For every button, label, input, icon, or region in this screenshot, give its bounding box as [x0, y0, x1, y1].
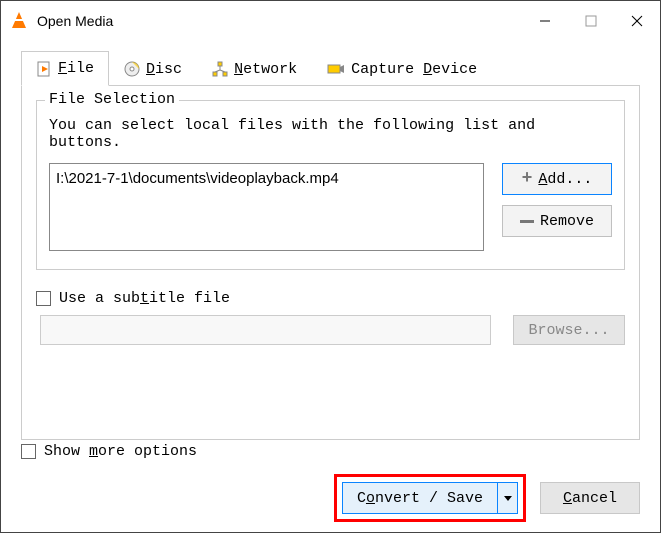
tab-capture-device[interactable]: Capture Device	[312, 51, 492, 86]
vlc-cone-icon	[9, 11, 29, 31]
subtitle-checkbox[interactable]	[36, 291, 51, 306]
more-options-label: Show more options	[44, 443, 197, 460]
remove-button[interactable]: Remove	[502, 205, 612, 237]
tab-row: File Disc Network Capture Device	[21, 51, 640, 86]
tab-network[interactable]: Network	[197, 51, 312, 86]
open-media-window: Open Media File Disc Network Capture Dev…	[0, 0, 661, 533]
remove-button-label: Remove	[540, 213, 594, 230]
convert-save-button[interactable]: Convert / Save	[342, 482, 498, 514]
group-title: File Selection	[45, 91, 179, 108]
file-list[interactable]: I:\2021-7-1\documents\videoplayback.mp4	[49, 163, 484, 251]
add-button-label: Add...	[538, 171, 592, 188]
disc-icon	[124, 61, 140, 77]
tab-label: Network	[234, 61, 297, 78]
file-list-item[interactable]: I:\2021-7-1\documents\videoplayback.mp4	[56, 170, 477, 187]
capture-icon	[327, 61, 345, 77]
cancel-button[interactable]: Cancel	[540, 482, 640, 514]
tab-label: File	[58, 60, 94, 77]
subtitle-label: Use a subtitle file	[59, 290, 230, 307]
subtitle-path-input	[40, 315, 491, 345]
add-button[interactable]: + Add...	[502, 163, 612, 195]
window-controls	[522, 1, 660, 41]
browse-button: Browse...	[513, 315, 625, 345]
file-icon	[36, 61, 52, 77]
maximize-button[interactable]	[568, 1, 614, 41]
window-title: Open Media	[37, 13, 113, 29]
tab-file[interactable]: File	[21, 51, 109, 86]
convert-dropdown-button[interactable]	[498, 482, 518, 514]
plus-icon: +	[522, 169, 533, 189]
tab-disc[interactable]: Disc	[109, 51, 197, 86]
file-selection-group: File Selection You can select local file…	[36, 100, 625, 270]
file-panel: File Selection You can select local file…	[21, 85, 640, 440]
more-options-checkbox[interactable]	[21, 444, 36, 459]
minimize-button[interactable]	[522, 1, 568, 41]
minus-icon	[520, 220, 534, 223]
titlebar: Open Media	[1, 1, 660, 41]
tab-label: Capture Device	[351, 61, 477, 78]
cancel-button-label: Cancel	[563, 490, 617, 507]
tab-label: Disc	[146, 61, 182, 78]
highlight-box: Convert / Save	[334, 474, 526, 522]
convert-button-label: Convert / Save	[357, 490, 483, 507]
close-button[interactable]	[614, 1, 660, 41]
network-icon	[212, 61, 228, 77]
help-text: You can select local files with the foll…	[49, 117, 612, 151]
